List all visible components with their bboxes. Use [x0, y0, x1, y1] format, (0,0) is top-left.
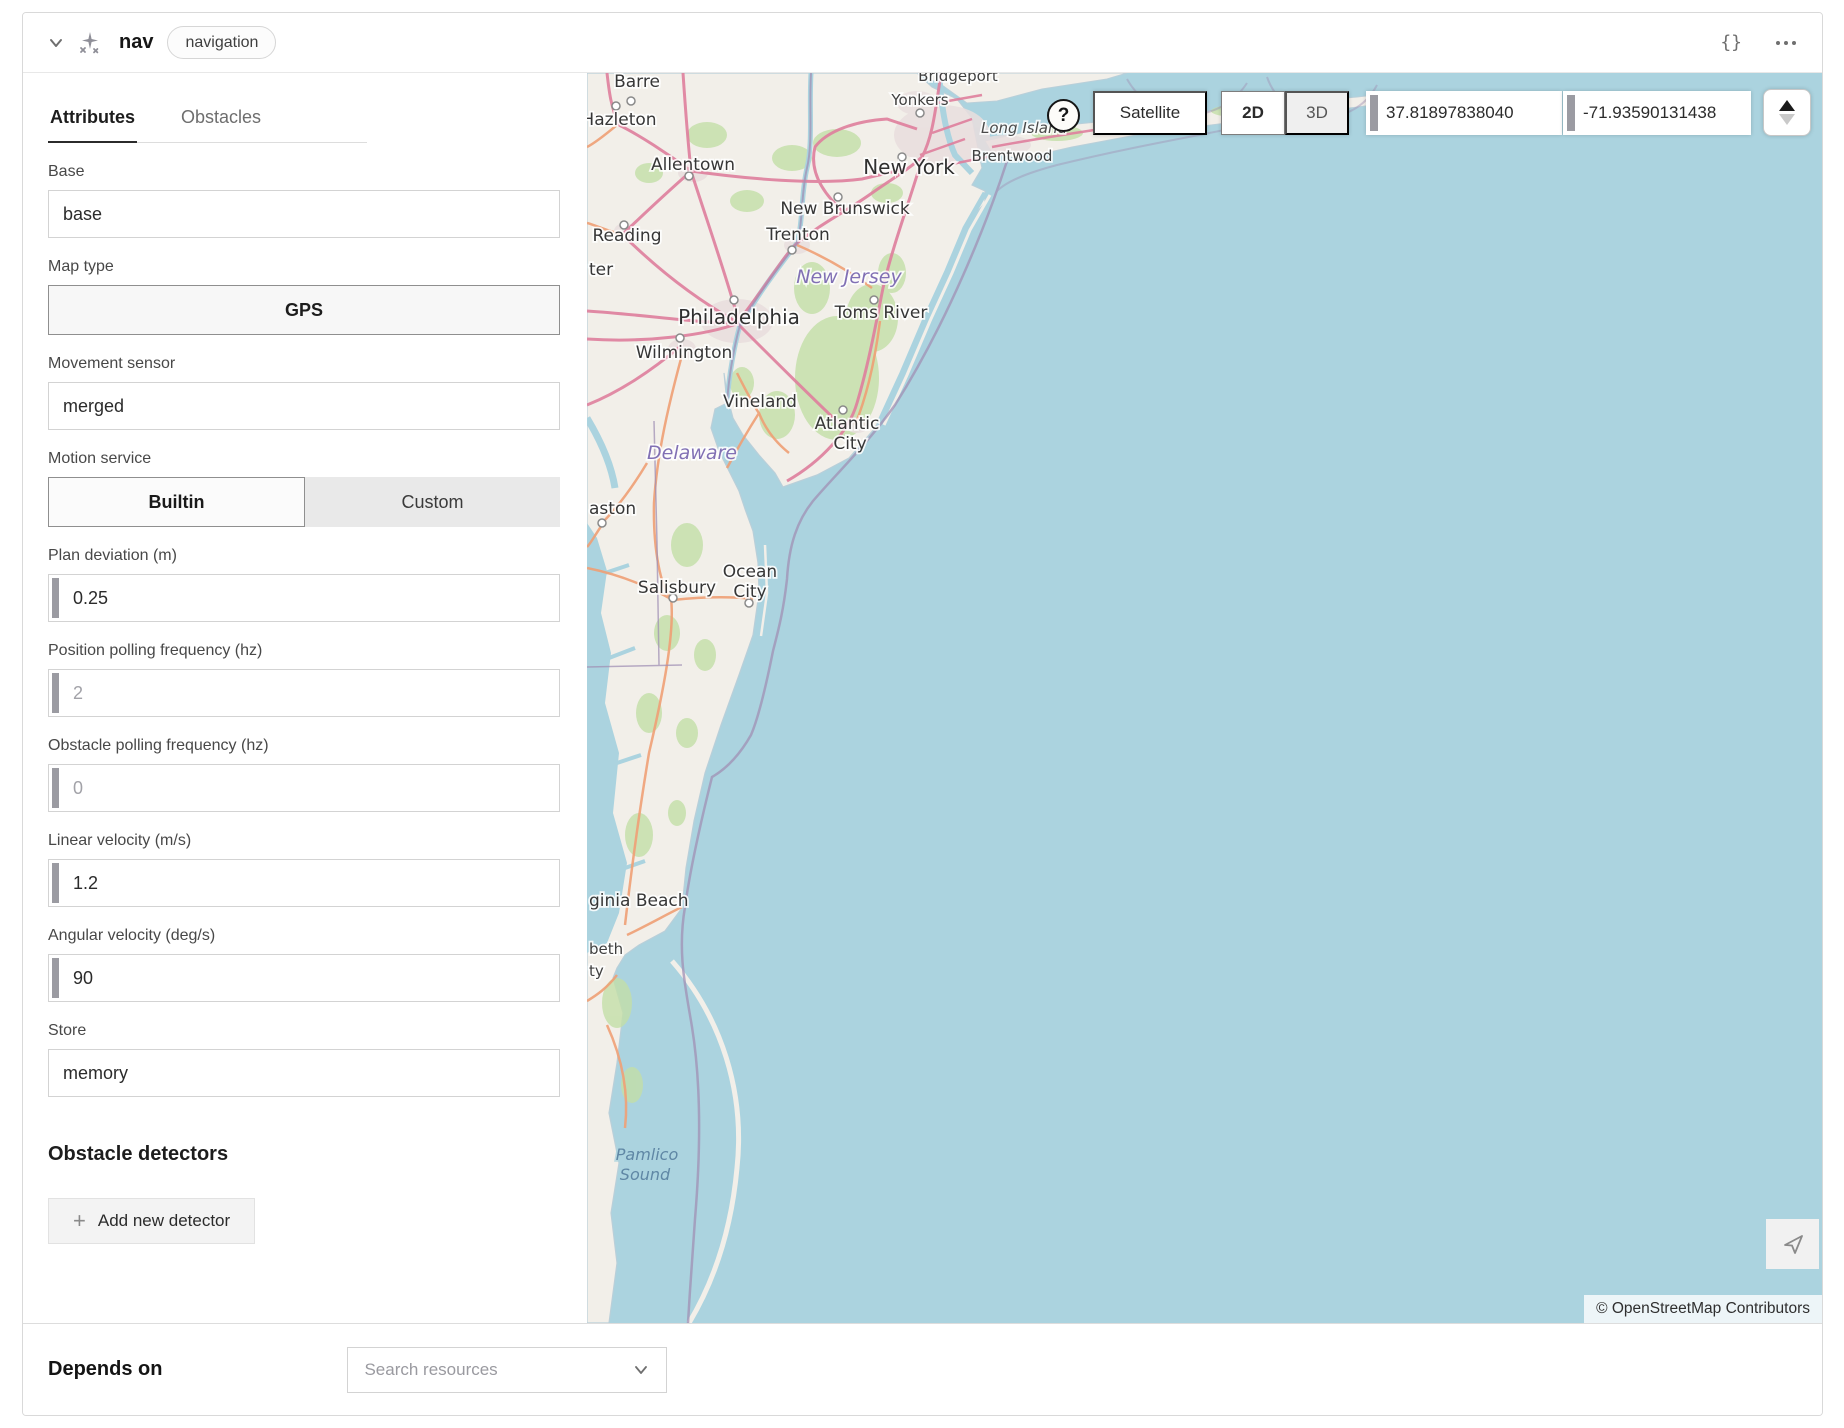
obstacle-detectors-heading: Obstacle detectors: [48, 1143, 560, 1166]
map-label: ter: [589, 260, 613, 280]
movement-sensor-input[interactable]: [48, 382, 560, 430]
map-label: New Jersey: [796, 266, 902, 288]
depends-on-select[interactable]: Search resources: [347, 1347, 667, 1393]
map-mode-2d-button[interactable]: 2D: [1221, 91, 1285, 135]
add-new-detector-button[interactable]: + Add new detector: [48, 1198, 255, 1244]
map-label: New Brunswick: [780, 199, 910, 219]
navigation-arrow-icon: [1780, 1231, 1806, 1257]
plus-icon: +: [73, 1210, 86, 1232]
motion-service-label: Motion service: [48, 450, 560, 468]
base-input[interactable]: [48, 190, 560, 238]
component-title: nav: [119, 31, 153, 54]
chevron-down-icon: [632, 1361, 650, 1379]
map-label: Ocean: [723, 562, 777, 582]
more-menu-icon[interactable]: [1772, 37, 1800, 49]
plan-deviation-input[interactable]: [48, 574, 560, 622]
map-label: Reading: [592, 226, 661, 246]
map-label: Atlantic: [815, 414, 880, 434]
locate-me-button[interactable]: [1766, 1219, 1819, 1269]
map-label: Barre: [614, 73, 660, 92]
map-label: Allentown: [651, 155, 735, 175]
tab-attributes[interactable]: Attributes: [48, 99, 137, 143]
map-label: Philadelphia: [678, 305, 800, 329]
linear-velocity-input[interactable]: [48, 859, 560, 907]
tab-obstacles[interactable]: Obstacles: [179, 99, 263, 143]
component-type-badge: navigation: [167, 26, 276, 59]
map-label: Brentwood: [972, 147, 1053, 165]
map-label: Hazleton: [587, 110, 657, 130]
map-view[interactable]: Barre Hazleton Allentown Reading ter New York…: [587, 73, 1822, 1323]
motion-service-custom-option[interactable]: Custom: [305, 477, 560, 527]
longitude-input[interactable]: -71.93590131438: [1563, 91, 1751, 135]
config-panel: Attributes Obstacles Base Map type GPS M…: [23, 73, 587, 1323]
satellite-toggle-button[interactable]: Satellite: [1093, 91, 1207, 135]
map-mode-3d-button[interactable]: 3D: [1285, 91, 1349, 135]
map-label: Bridgeport: [918, 73, 998, 85]
position-polling-input[interactable]: [48, 669, 560, 717]
plan-deviation-label: Plan deviation (m): [48, 547, 560, 565]
tab-bar: Attributes Obstacles: [48, 99, 367, 143]
navigation-service-sparkle-icon: [71, 25, 107, 61]
angular-velocity-label: Angular velocity (deg/s): [48, 927, 560, 945]
position-polling-label: Position polling frequency (hz): [48, 642, 560, 660]
map-label: City: [833, 434, 866, 454]
component-header: nav navigation {}: [23, 13, 1822, 73]
map-label: New York: [863, 155, 955, 179]
angular-velocity-input[interactable]: [48, 954, 560, 1002]
coordinate-stepper-button[interactable]: [1763, 89, 1811, 136]
component-body: Attributes Obstacles Base Map type GPS M…: [23, 73, 1822, 1323]
map-attribution: © OpenStreetMap Contributors: [1584, 1295, 1822, 1323]
component-card: nav navigation {} Attributes Obstacles B…: [22, 12, 1823, 1416]
map-label: ty: [589, 962, 604, 980]
map-label: Sound: [620, 1165, 671, 1184]
map-label: City: [733, 582, 766, 602]
step-down-icon: [1779, 114, 1795, 125]
motion-service-segmented-control: Builtin Custom: [48, 477, 560, 527]
add-new-detector-label: Add new detector: [98, 1211, 230, 1231]
help-icon[interactable]: ?: [1047, 99, 1080, 132]
linear-velocity-label: Linear velocity (m/s): [48, 832, 560, 850]
map-label: Pamlico: [616, 1145, 679, 1164]
depends-on-section: Depends on Search resources: [23, 1323, 1822, 1415]
map-type-gps-button[interactable]: GPS: [48, 285, 560, 335]
collapse-chevron-icon[interactable]: [41, 28, 71, 58]
map-label: Trenton: [765, 225, 830, 245]
map-label: Vineland: [723, 392, 797, 412]
map-label: aston: [589, 499, 636, 519]
depends-on-placeholder: Search resources: [364, 1360, 497, 1380]
motion-service-builtin-option[interactable]: Builtin: [48, 477, 305, 527]
latitude-input[interactable]: 37.81897838040: [1366, 91, 1562, 135]
movement-sensor-label: Movement sensor: [48, 355, 560, 373]
base-label: Base: [48, 163, 560, 181]
store-input[interactable]: [48, 1049, 560, 1097]
store-label: Store: [48, 1022, 560, 1040]
map-label: ginia Beach: [589, 891, 689, 911]
map-label: Wilmington: [636, 343, 733, 363]
map-canvas[interactable]: Barre Hazleton Allentown Reading ter New York…: [587, 73, 1822, 1323]
obstacle-polling-input[interactable]: [48, 764, 560, 812]
json-mode-icon[interactable]: {}: [1716, 28, 1746, 57]
map-label: beth: [589, 940, 623, 958]
map-label: Salisbury: [638, 578, 716, 598]
obstacle-polling-label: Obstacle polling frequency (hz): [48, 737, 560, 755]
depends-on-label: Depends on: [48, 1358, 162, 1381]
map-label: Toms River: [834, 303, 928, 323]
map-label: Delaware: [647, 442, 737, 464]
step-up-icon: [1779, 100, 1795, 111]
map-label: Yonkers: [890, 91, 948, 109]
map-type-label: Map type: [48, 258, 560, 276]
